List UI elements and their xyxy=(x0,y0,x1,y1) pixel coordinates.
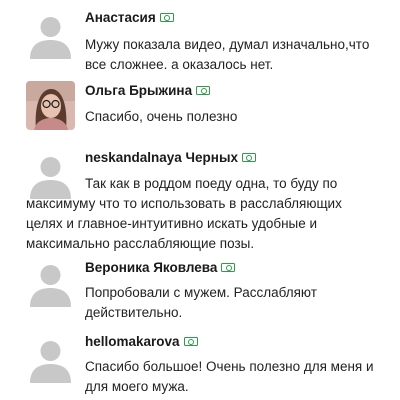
banknote-icon xyxy=(159,12,174,22)
comment-text: Спасибо, очень полезно xyxy=(85,109,238,124)
comment-text: Попробовали с мужем. Расслабляют действи… xyxy=(85,285,317,320)
author-name[interactable]: Вероника Яковлева xyxy=(85,260,217,275)
comment-text: Так как в роддом поеду одна, то буду по … xyxy=(26,176,342,251)
banknote-icon xyxy=(221,262,236,272)
default-avatar-icon[interactable] xyxy=(26,10,75,59)
comment-author[interactable]: Ольга Брыжина xyxy=(85,83,211,99)
user-photo-avatar[interactable] xyxy=(26,81,75,130)
comment-author[interactable]: Анастасия xyxy=(85,10,174,26)
comment-author[interactable]: Вероника Яковлева xyxy=(85,260,236,276)
comment-author[interactable]: neskandalnaya Черных xyxy=(85,150,256,166)
author-name[interactable]: Ольга Брыжина xyxy=(85,83,192,98)
comment-text: Спасибо большое! Очень полезно для меня … xyxy=(85,359,374,394)
author-name[interactable]: Анастасия xyxy=(85,10,156,25)
comment-text: Мужу показала видео, думал изначально,чт… xyxy=(85,37,370,72)
default-avatar-icon[interactable] xyxy=(26,334,75,383)
banknote-icon xyxy=(196,85,211,95)
author-name[interactable]: hellomakarova xyxy=(85,334,180,349)
default-avatar-icon[interactable] xyxy=(26,258,75,307)
banknote-icon xyxy=(183,336,198,346)
banknote-icon xyxy=(241,152,256,162)
author-name[interactable]: neskandalnaya Черных xyxy=(85,150,238,165)
comment-author[interactable]: hellomakarova xyxy=(85,334,198,350)
